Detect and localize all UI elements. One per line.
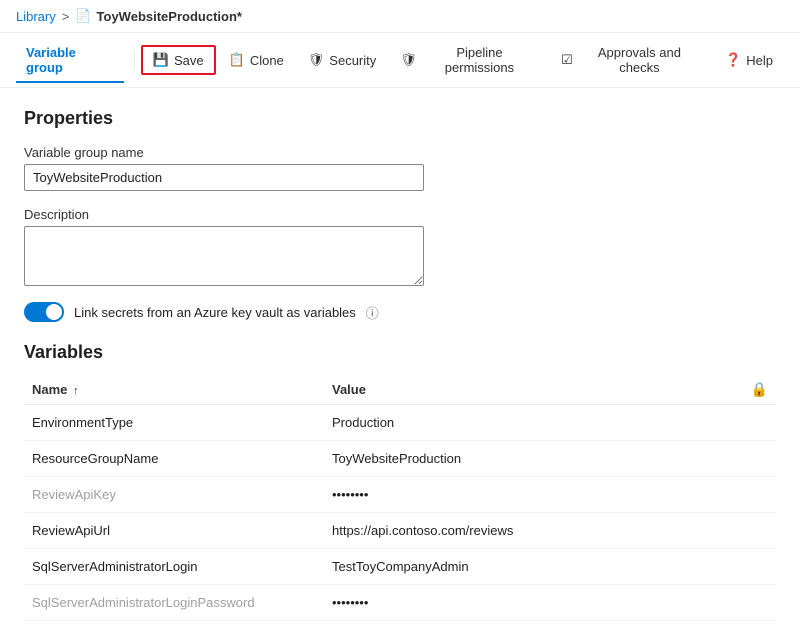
save-button[interactable]: 💾 Save bbox=[141, 45, 216, 75]
variable-lock-cell bbox=[743, 513, 776, 549]
toggle-knob bbox=[46, 304, 62, 320]
variables-table-body: EnvironmentTypeProductionResourceGroupNa… bbox=[24, 405, 776, 621]
breadcrumb: Library > 📄 ToyWebsiteProduction* bbox=[0, 0, 800, 33]
help-button[interactable]: ❓ Help bbox=[714, 46, 784, 74]
variable-lock-cell bbox=[743, 477, 776, 513]
toolbar-separator-1 bbox=[134, 50, 135, 70]
lock-icon: 🔒 bbox=[751, 381, 768, 397]
variables-section-title: Variables bbox=[24, 342, 776, 363]
link-secrets-label: Link secrets from an Azure key vault as … bbox=[74, 305, 356, 320]
column-header-name[interactable]: Name ↑ bbox=[24, 375, 324, 405]
variable-name-cell: SqlServerAdministratorLoginPassword bbox=[24, 585, 324, 621]
security-icon: 🛡 bbox=[308, 52, 325, 68]
variable-lock-cell bbox=[743, 405, 776, 441]
variable-lock-cell bbox=[743, 441, 776, 477]
variable-lock-cell bbox=[743, 549, 776, 585]
variable-name-cell: ReviewApiUrl bbox=[24, 513, 324, 549]
variable-value-cell: ToyWebsiteProduction bbox=[324, 441, 743, 477]
pipeline-permissions-button[interactable]: 🛡 Pipeline permissions bbox=[389, 39, 548, 81]
help-icon: ❓ bbox=[725, 52, 741, 68]
toolbar: Variable group 💾 Save 📋 Clone 🛡 Security… bbox=[0, 33, 800, 88]
description-label: Description bbox=[24, 207, 776, 222]
link-secrets-toggle[interactable] bbox=[24, 302, 64, 322]
variable-value-cell: TestToyCompanyAdmin bbox=[324, 549, 743, 585]
variables-table-header: Name ↑ Value 🔒 bbox=[24, 375, 776, 405]
breadcrumb-current-page: ToyWebsiteProduction* bbox=[97, 9, 242, 24]
variable-name-cell: EnvironmentType bbox=[24, 405, 324, 441]
tab-variable-group[interactable]: Variable group bbox=[16, 37, 124, 83]
variable-group-name-input[interactable] bbox=[24, 164, 424, 191]
variable-value-cell: Production bbox=[324, 405, 743, 441]
clone-button[interactable]: 📋 Clone bbox=[218, 46, 295, 74]
table-row[interactable]: ReviewApiKey•••••••• bbox=[24, 477, 776, 513]
approvals-checks-button[interactable]: ☑ Approvals and checks bbox=[550, 39, 712, 81]
variable-lock-cell bbox=[743, 585, 776, 621]
variable-group-name-label: Variable group name bbox=[24, 145, 776, 160]
properties-section-title: Properties bbox=[24, 108, 776, 129]
sort-icon: ↑ bbox=[73, 385, 79, 397]
variable-group-name-group: Variable group name bbox=[24, 145, 776, 191]
link-secrets-row: Link secrets from an Azure key vault as … bbox=[24, 302, 776, 322]
description-group: Description bbox=[24, 207, 776, 286]
variable-name-cell: SqlServerAdministratorLogin bbox=[24, 549, 324, 585]
table-row[interactable]: EnvironmentTypeProduction bbox=[24, 405, 776, 441]
approvals-checks-icon: ☑ bbox=[561, 52, 573, 68]
info-icon[interactable]: ⓘ bbox=[366, 303, 379, 322]
breadcrumb-separator: > bbox=[62, 9, 70, 24]
variable-name-cell: ReviewApiKey bbox=[24, 477, 324, 513]
variables-section: Variables Name ↑ Value 🔒 EnvironmentType… bbox=[24, 342, 776, 621]
clone-icon: 📋 bbox=[229, 52, 245, 68]
variable-value-cell: https://api.contoso.com/reviews bbox=[324, 513, 743, 549]
security-button[interactable]: 🛡 Security bbox=[297, 46, 387, 74]
description-textarea[interactable] bbox=[24, 226, 424, 286]
main-content: Properties Variable group name Descripti… bbox=[0, 88, 800, 641]
breadcrumb-page-icon: 📄 bbox=[75, 8, 91, 24]
table-row[interactable]: SqlServerAdministratorLoginPassword•••••… bbox=[24, 585, 776, 621]
table-row[interactable]: ResourceGroupNameToyWebsiteProduction bbox=[24, 441, 776, 477]
column-header-value: Value bbox=[324, 375, 743, 405]
pipeline-permissions-icon: 🛡 bbox=[400, 52, 417, 68]
save-icon: 💾 bbox=[153, 52, 169, 68]
variable-value-cell: •••••••• bbox=[324, 585, 743, 621]
table-row[interactable]: SqlServerAdministratorLoginTestToyCompan… bbox=[24, 549, 776, 585]
column-header-lock: 🔒 bbox=[743, 375, 776, 405]
variables-table: Name ↑ Value 🔒 EnvironmentTypeProduction… bbox=[24, 375, 776, 621]
table-row[interactable]: ReviewApiUrlhttps://api.contoso.com/revi… bbox=[24, 513, 776, 549]
breadcrumb-library-link[interactable]: Library bbox=[16, 9, 56, 24]
variable-name-cell: ResourceGroupName bbox=[24, 441, 324, 477]
variable-value-cell: •••••••• bbox=[324, 477, 743, 513]
